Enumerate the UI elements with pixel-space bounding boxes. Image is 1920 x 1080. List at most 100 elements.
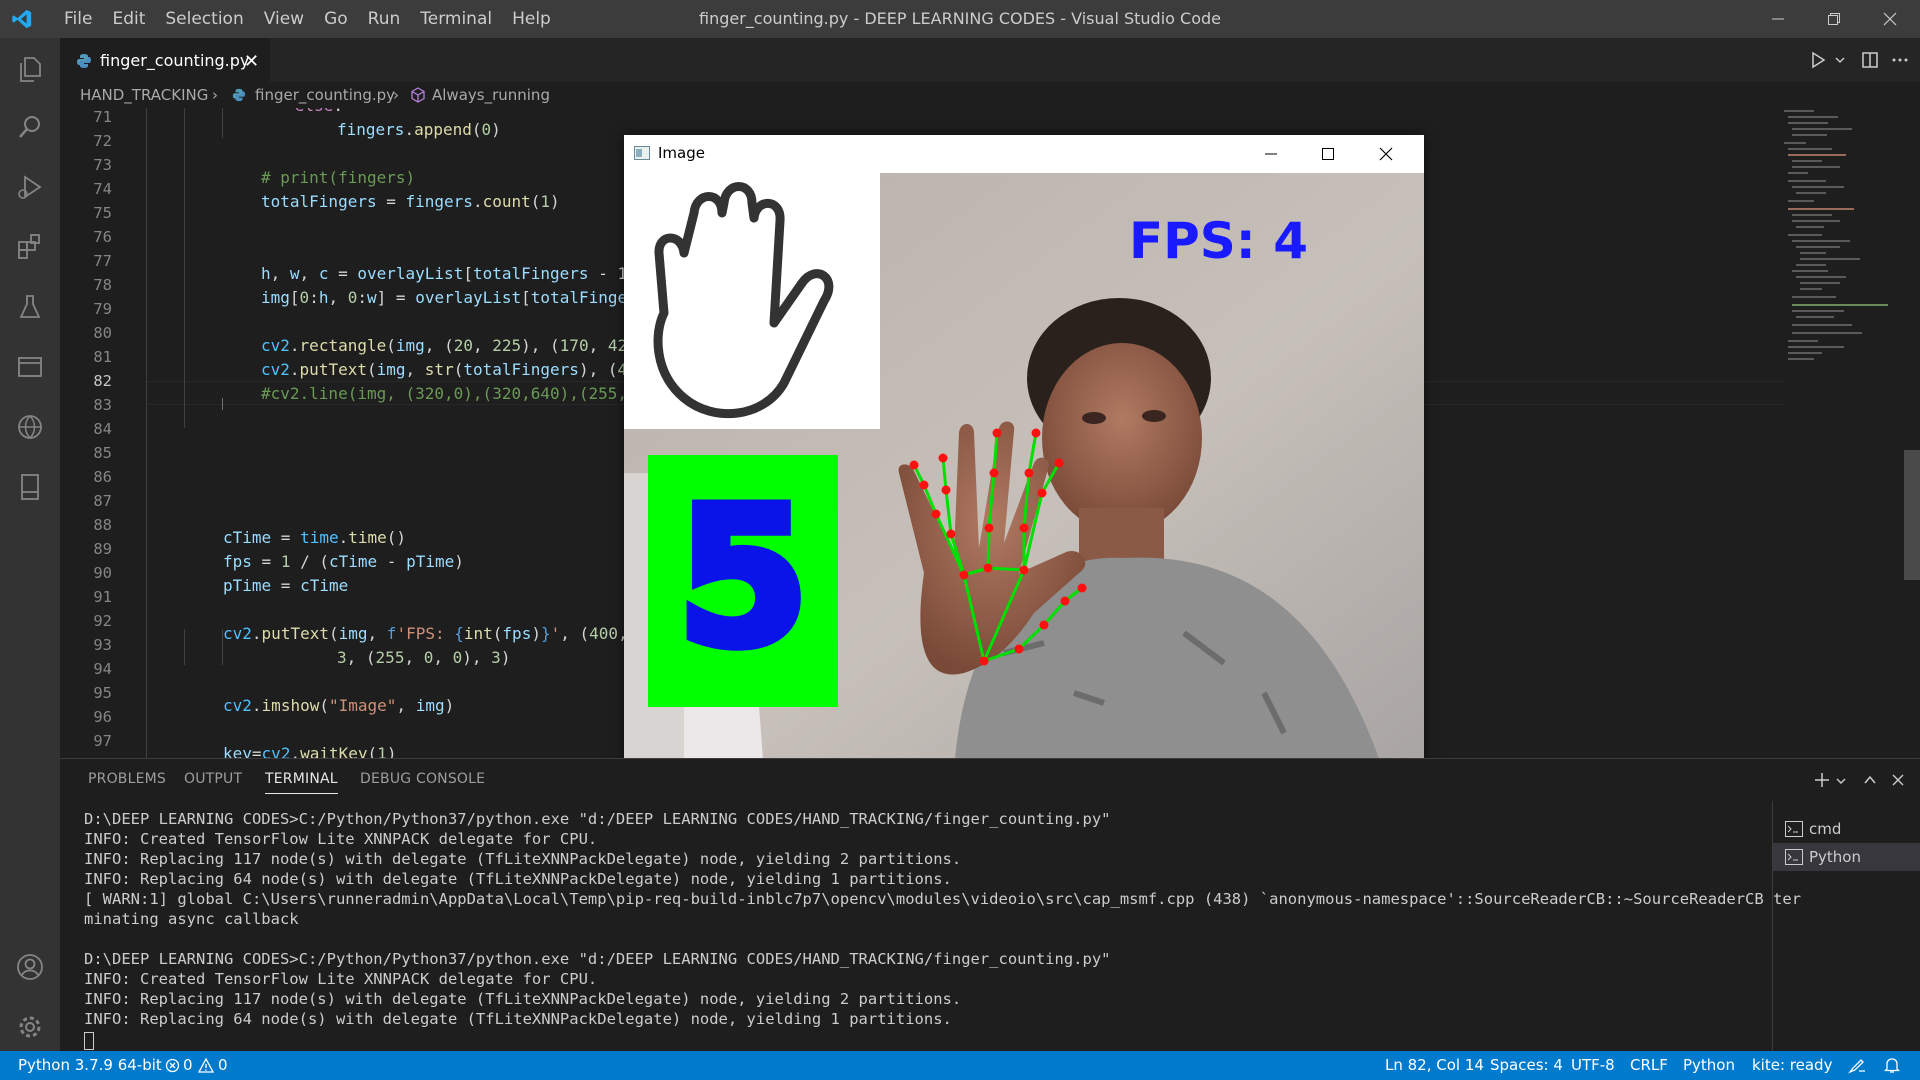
live-share-button[interactable] xyxy=(0,398,60,456)
terminal-line: INFO: Created TensorFlow Lite XNNPACK de… xyxy=(84,830,598,848)
tab-label: finger_counting.py xyxy=(100,51,250,70)
camera-frame: 5 FPS: 4 xyxy=(624,173,1424,773)
terminal-list: cmd Python xyxy=(1772,801,1920,1061)
notebook-button[interactable] xyxy=(0,458,60,516)
breadcrumb-symbol[interactable]: Always_running xyxy=(432,86,550,104)
menu-terminal[interactable]: Terminal xyxy=(410,0,502,38)
terminal-line: INFO: Created TensorFlow Lite XNNPACK de… xyxy=(84,970,598,988)
accounts-button[interactable] xyxy=(0,938,60,996)
window-app-icon xyxy=(634,146,650,160)
error-icon[interactable] xyxy=(165,1058,180,1073)
indentation[interactable]: Spaces: 4 xyxy=(1490,1056,1563,1074)
python-interpreter[interactable]: Python 3.7.9 64-bit xyxy=(18,1056,162,1074)
image-window-titlebar[interactable]: Image xyxy=(624,135,1424,173)
breadcrumb-folder[interactable]: HAND_TRACKING xyxy=(80,86,208,104)
vscode-logo-icon[interactable] xyxy=(10,8,34,30)
code-line: img[0:h, 0:w] = overlayList[totalFinge xyxy=(261,288,628,307)
remote-explorer-button[interactable] xyxy=(0,338,60,396)
breadcrumb: HAND_TRACKING › finger_counting.py › Alw… xyxy=(60,82,1760,108)
run-options-button[interactable] xyxy=(1826,46,1854,74)
code-line: fps = 1 / (cTime - pTime) xyxy=(223,552,464,571)
testing-button[interactable] xyxy=(0,278,60,336)
code-line: else: xyxy=(237,108,343,115)
minimize-icon[interactable] xyxy=(1264,147,1278,161)
line-number: 91 xyxy=(93,588,112,606)
cursor-position[interactable]: Ln 82, Col 14 xyxy=(1385,1056,1484,1074)
kite-status[interactable]: kite: ready xyxy=(1752,1056,1832,1074)
encoding[interactable]: UTF-8 xyxy=(1571,1056,1615,1074)
maximize-panel-icon[interactable] xyxy=(1862,772,1878,788)
close-panel-icon[interactable] xyxy=(1890,772,1906,788)
terminal-icon xyxy=(1785,849,1803,865)
tab-finger-counting[interactable]: finger_counting.py ✕ xyxy=(60,38,270,83)
line-number: 89 xyxy=(93,540,112,558)
tab-output[interactable]: OUTPUT xyxy=(184,771,242,787)
language-mode[interactable]: Python xyxy=(1683,1056,1735,1074)
close-icon[interactable] xyxy=(1379,147,1393,161)
terminal-line: D:\DEEP LEARNING CODES>C:/Python/Python3… xyxy=(84,810,1111,828)
editor-scrollbar-thumb[interactable] xyxy=(1904,450,1920,580)
breadcrumb-separator: › xyxy=(212,86,218,104)
settings-button[interactable] xyxy=(0,998,60,1056)
tab-debug-console[interactable]: DEBUG CONSOLE xyxy=(360,771,485,787)
warning-count[interactable]: 0 xyxy=(218,1056,228,1074)
line-number: 84 xyxy=(93,420,112,438)
feedback-icon[interactable] xyxy=(1848,1057,1866,1074)
menu-selection[interactable]: Selection xyxy=(155,0,253,38)
terminal-cursor[interactable] xyxy=(84,1032,94,1050)
breadcrumb-file[interactable]: finger_counting.py xyxy=(255,86,395,104)
finger-count-display: 5 xyxy=(677,467,809,688)
more-actions-button[interactable] xyxy=(1886,46,1914,74)
globe-icon xyxy=(18,415,42,439)
tab-problems[interactable]: PROBLEMS xyxy=(88,771,166,787)
line-number: 81 xyxy=(93,348,112,366)
restore-button[interactable] xyxy=(1806,0,1862,38)
bottom-panel: PROBLEMS OUTPUT TERMINAL DEBUG CONSOLE D… xyxy=(60,758,1920,1061)
terminal-item-python[interactable]: Python xyxy=(1773,843,1920,871)
line-number: 92 xyxy=(93,612,112,630)
activity-bar xyxy=(0,38,60,1051)
run-debug-button[interactable] xyxy=(0,158,60,216)
extensions-button[interactable] xyxy=(0,218,60,276)
line-number: 75 xyxy=(93,204,112,222)
menu-edit[interactable]: Edit xyxy=(102,0,155,38)
warning-icon[interactable] xyxy=(198,1058,214,1073)
opencv-image-window[interactable]: Image 5 FPS: 4 xyxy=(624,135,1424,773)
terminal-line: INFO: Replacing 64 node(s) with delegate… xyxy=(84,870,952,888)
close-window-button[interactable] xyxy=(1862,0,1918,38)
code-line: pTime = cTime xyxy=(223,576,349,595)
split-editor-button[interactable] xyxy=(1856,46,1884,74)
minimap[interactable] xyxy=(1780,108,1900,758)
terminal-line: minating async callback xyxy=(84,910,299,928)
camera-feed-image: 5 FPS: 4 xyxy=(624,173,1424,773)
menu-file[interactable]: File xyxy=(54,0,102,38)
run-debug-icon xyxy=(18,175,42,199)
notebook-icon xyxy=(21,474,39,500)
line-ending[interactable]: CRLF xyxy=(1630,1056,1668,1074)
search-button[interactable] xyxy=(0,98,60,156)
editor-tabs: finger_counting.py ✕ xyxy=(60,38,1920,83)
bell-icon[interactable] xyxy=(1884,1057,1900,1074)
explorer-button[interactable] xyxy=(0,40,60,98)
terminal-line: [ WARN:1] global C:\Users\runneradmin\Ap… xyxy=(84,890,1802,908)
status-bar: Python 3.7.9 64-bit 0 0 Ln 82, Col 14 Sp… xyxy=(0,1051,1920,1080)
menu-help[interactable]: Help xyxy=(502,0,561,38)
python-file-icon xyxy=(77,54,91,68)
minimize-button[interactable] xyxy=(1750,0,1806,38)
menu-view[interactable]: View xyxy=(254,0,314,38)
code-line: cv2.rectangle(img, (20, 225), (170, 42 xyxy=(261,336,628,355)
terminal-line: D:\DEEP LEARNING CODES>C:/Python/Python3… xyxy=(84,950,1111,968)
flask-icon xyxy=(19,295,41,318)
files-icon xyxy=(20,57,41,82)
menu-run[interactable]: Run xyxy=(358,0,411,38)
chevron-down-icon[interactable] xyxy=(1835,775,1847,787)
terminal-item-cmd[interactable]: cmd xyxy=(1773,815,1920,843)
error-count[interactable]: 0 xyxy=(183,1056,193,1074)
tab-terminal[interactable]: TERMINAL xyxy=(265,771,338,794)
new-terminal-icon[interactable] xyxy=(1813,771,1831,789)
terminal-output[interactable]: D:\DEEP LEARNING CODES>C:/Python/Python3… xyxy=(84,809,1804,1050)
menu-go[interactable]: Go xyxy=(314,0,358,38)
maximize-icon[interactable] xyxy=(1321,147,1335,161)
tab-close-icon[interactable]: ✕ xyxy=(244,51,259,72)
